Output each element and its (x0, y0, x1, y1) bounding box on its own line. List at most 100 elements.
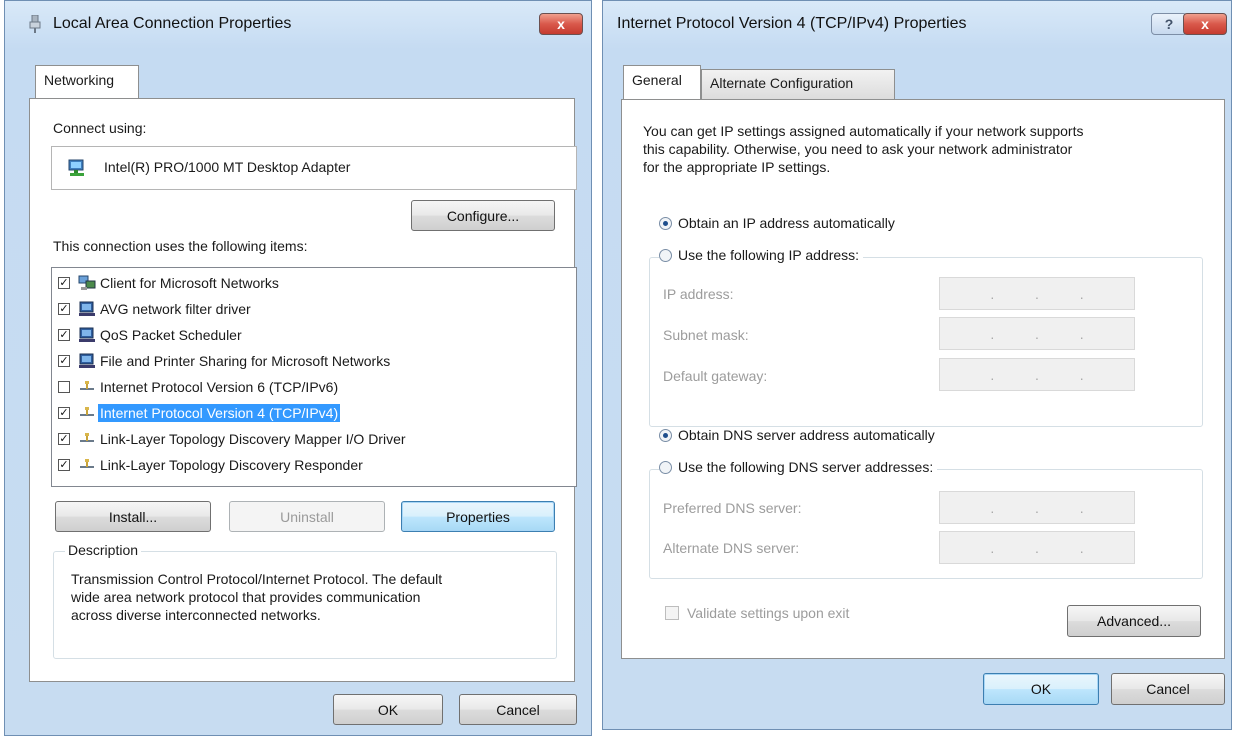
list-item-lltd-mapper[interactable]: ✓ Link-Layer Topology Discovery Mapper I… (58, 428, 408, 450)
item-label: Internet Protocol Version 4 (TCP/IPv4) (98, 404, 341, 422)
radio-button[interactable] (659, 248, 672, 262)
uninstall-button[interactable]: Uninstall (229, 501, 385, 532)
ip-separator: . (1079, 285, 1084, 302)
ip-separator: . (1035, 499, 1039, 516)
item-checkbox[interactable]: ✓ (58, 303, 70, 315)
alternate-dns-label: Alternate DNS server: (663, 540, 800, 556)
adapter-box: Intel(R) PRO/1000 MT Desktop Adapter (51, 146, 577, 190)
network-service-icon (78, 301, 96, 317)
network-service-icon (78, 353, 96, 369)
protocol-icon (78, 457, 96, 473)
obtain-ip-auto-radio[interactable]: Obtain an IP address automatically (659, 215, 899, 231)
use-following-ip-radio[interactable]: Use the following IP address: (659, 247, 864, 263)
obtain-dns-auto-label: Obtain DNS server address automatically (678, 427, 935, 443)
protocol-icon (78, 431, 96, 447)
list-item-avg-network-filter-driver[interactable]: ✓ AVG network filter driver (58, 298, 253, 320)
cancel-button[interactable]: Cancel (459, 694, 577, 725)
tab-networking-label: Networking (44, 72, 115, 88)
connection-items-list[interactable]: ✓ Client for Microsoft Networks ✓ AVG ne… (51, 267, 577, 487)
cancel-button[interactable]: Cancel (1111, 673, 1225, 705)
item-checkbox[interactable]: ✓ (58, 329, 70, 341)
subnet-mask-field[interactable]: ... (939, 317, 1135, 350)
ip-separator: . (1079, 366, 1084, 383)
list-item-tcp-ipv4[interactable]: ✓ Internet Protocol Version 4 (TCP/IPv4) (58, 402, 341, 424)
intro-text-line-2: this capability. Otherwise, you need to … (643, 141, 1073, 157)
help-button[interactable]: ? (1151, 13, 1187, 35)
ip-separator: . (1035, 539, 1039, 556)
radio-button[interactable] (659, 460, 672, 474)
advanced-button[interactable]: Advanced... (1067, 605, 1201, 637)
intro-text-line-1: You can get IP settings assigned automat… (643, 123, 1084, 139)
close-button[interactable]: x (539, 13, 583, 35)
intro-text-line-3: for the appropriate IP settings. (643, 159, 831, 175)
radio-button-selected[interactable] (659, 428, 672, 442)
network-service-icon (78, 327, 96, 343)
item-label: Internet Protocol Version 6 (TCP/IPv6) (100, 379, 339, 395)
ip-separator: . (990, 325, 995, 342)
ip-address-label: IP address: (663, 286, 734, 302)
obtain-dns-auto-radio[interactable]: Obtain DNS server address automatically (659, 427, 939, 443)
install-button[interactable]: Install... (55, 501, 211, 532)
item-checkbox[interactable]: ✓ (58, 407, 70, 419)
ip-separator: . (1035, 366, 1039, 383)
validate-settings-label: Validate settings upon exit (687, 605, 850, 621)
help-icon: ? (1164, 16, 1174, 32)
list-item-client-for-microsoft-networks[interactable]: ✓ Client for Microsoft Networks (58, 272, 281, 294)
ip-address-field[interactable]: ... (939, 277, 1135, 310)
tab-general-label: General (632, 72, 682, 88)
checkbox[interactable] (665, 606, 679, 620)
close-button[interactable]: x (1183, 13, 1227, 35)
tab-alternate-label: Alternate Configuration (710, 75, 854, 91)
title-bar[interactable]: Internet Protocol Version 4 (TCP/IPv4) P… (603, 1, 1231, 47)
item-checkbox[interactable]: ✓ (58, 355, 70, 367)
item-checkbox[interactable]: ✓ (58, 459, 70, 471)
item-checkbox[interactable]: ✓ (58, 277, 70, 289)
alternate-dns-field[interactable]: ... (939, 531, 1135, 564)
preferred-dns-label: Preferred DNS server: (663, 500, 802, 516)
adapter-name: Intel(R) PRO/1000 MT Desktop Adapter (104, 159, 351, 175)
network-adapter-icon (68, 159, 84, 176)
tcp-ipv4-properties-dialog: Internet Protocol Version 4 (TCP/IPv4) P… (602, 0, 1232, 730)
description-text-line-2: wide area network protocol that provides… (71, 589, 421, 605)
description-text-line-3: across diverse interconnected networks. (71, 607, 321, 623)
protocol-icon (78, 379, 96, 395)
ok-button[interactable]: OK (333, 694, 443, 725)
radio-button-selected[interactable] (659, 216, 672, 230)
network-connection-icon (29, 15, 41, 33)
items-label: This connection uses the following items… (53, 238, 308, 254)
item-checkbox[interactable]: ✓ (58, 433, 70, 445)
ok-button[interactable]: OK (983, 673, 1099, 705)
item-checkbox[interactable] (58, 381, 70, 393)
tab-networking[interactable]: Networking (35, 65, 139, 99)
list-item-tcp-ipv6[interactable]: Internet Protocol Version 6 (TCP/IPv6) (58, 376, 340, 398)
title-bar[interactable]: Local Area Connection Properties x (5, 1, 591, 47)
close-icon: x (557, 16, 565, 32)
properties-button[interactable]: Properties (401, 501, 555, 532)
item-label: Client for Microsoft Networks (100, 275, 279, 291)
close-icon: x (1201, 16, 1209, 32)
item-label: QoS Packet Scheduler (100, 327, 242, 343)
list-item-qos-packet-scheduler[interactable]: ✓ QoS Packet Scheduler (58, 324, 244, 346)
validate-settings-checkbox[interactable]: Validate settings upon exit (665, 605, 854, 621)
dialog-title: Internet Protocol Version 4 (TCP/IPv4) P… (617, 15, 967, 32)
ip-separator: . (1079, 325, 1084, 342)
obtain-ip-auto-label: Obtain an IP address automatically (678, 215, 895, 231)
ip-separator: . (1035, 325, 1039, 342)
subnet-mask-label: Subnet mask: (663, 327, 749, 343)
ip-separator: . (990, 366, 995, 383)
use-following-dns-radio[interactable]: Use the following DNS server addresses: (659, 459, 938, 475)
local-area-connection-properties-dialog: Local Area Connection Properties x Netwo… (4, 0, 592, 736)
description-legend: Description (65, 542, 142, 558)
configure-button[interactable]: Configure... (411, 200, 555, 231)
protocol-icon (78, 405, 96, 421)
item-label: Link-Layer Topology Discovery Mapper I/O… (100, 431, 406, 447)
list-item-lltd-responder[interactable]: ✓ Link-Layer Topology Discovery Responde… (58, 454, 365, 476)
preferred-dns-field[interactable]: ... (939, 491, 1135, 524)
ip-separator: . (1035, 285, 1039, 302)
use-following-ip-label: Use the following IP address: (678, 247, 860, 263)
default-gateway-field[interactable]: ... (939, 358, 1135, 391)
list-item-file-and-printer-sharing[interactable]: ✓ File and Printer Sharing for Microsoft… (58, 350, 392, 372)
tab-general[interactable]: General (623, 65, 701, 101)
ip-separator: . (990, 539, 995, 556)
tab-alternate-configuration[interactable]: Alternate Configuration (701, 69, 895, 99)
